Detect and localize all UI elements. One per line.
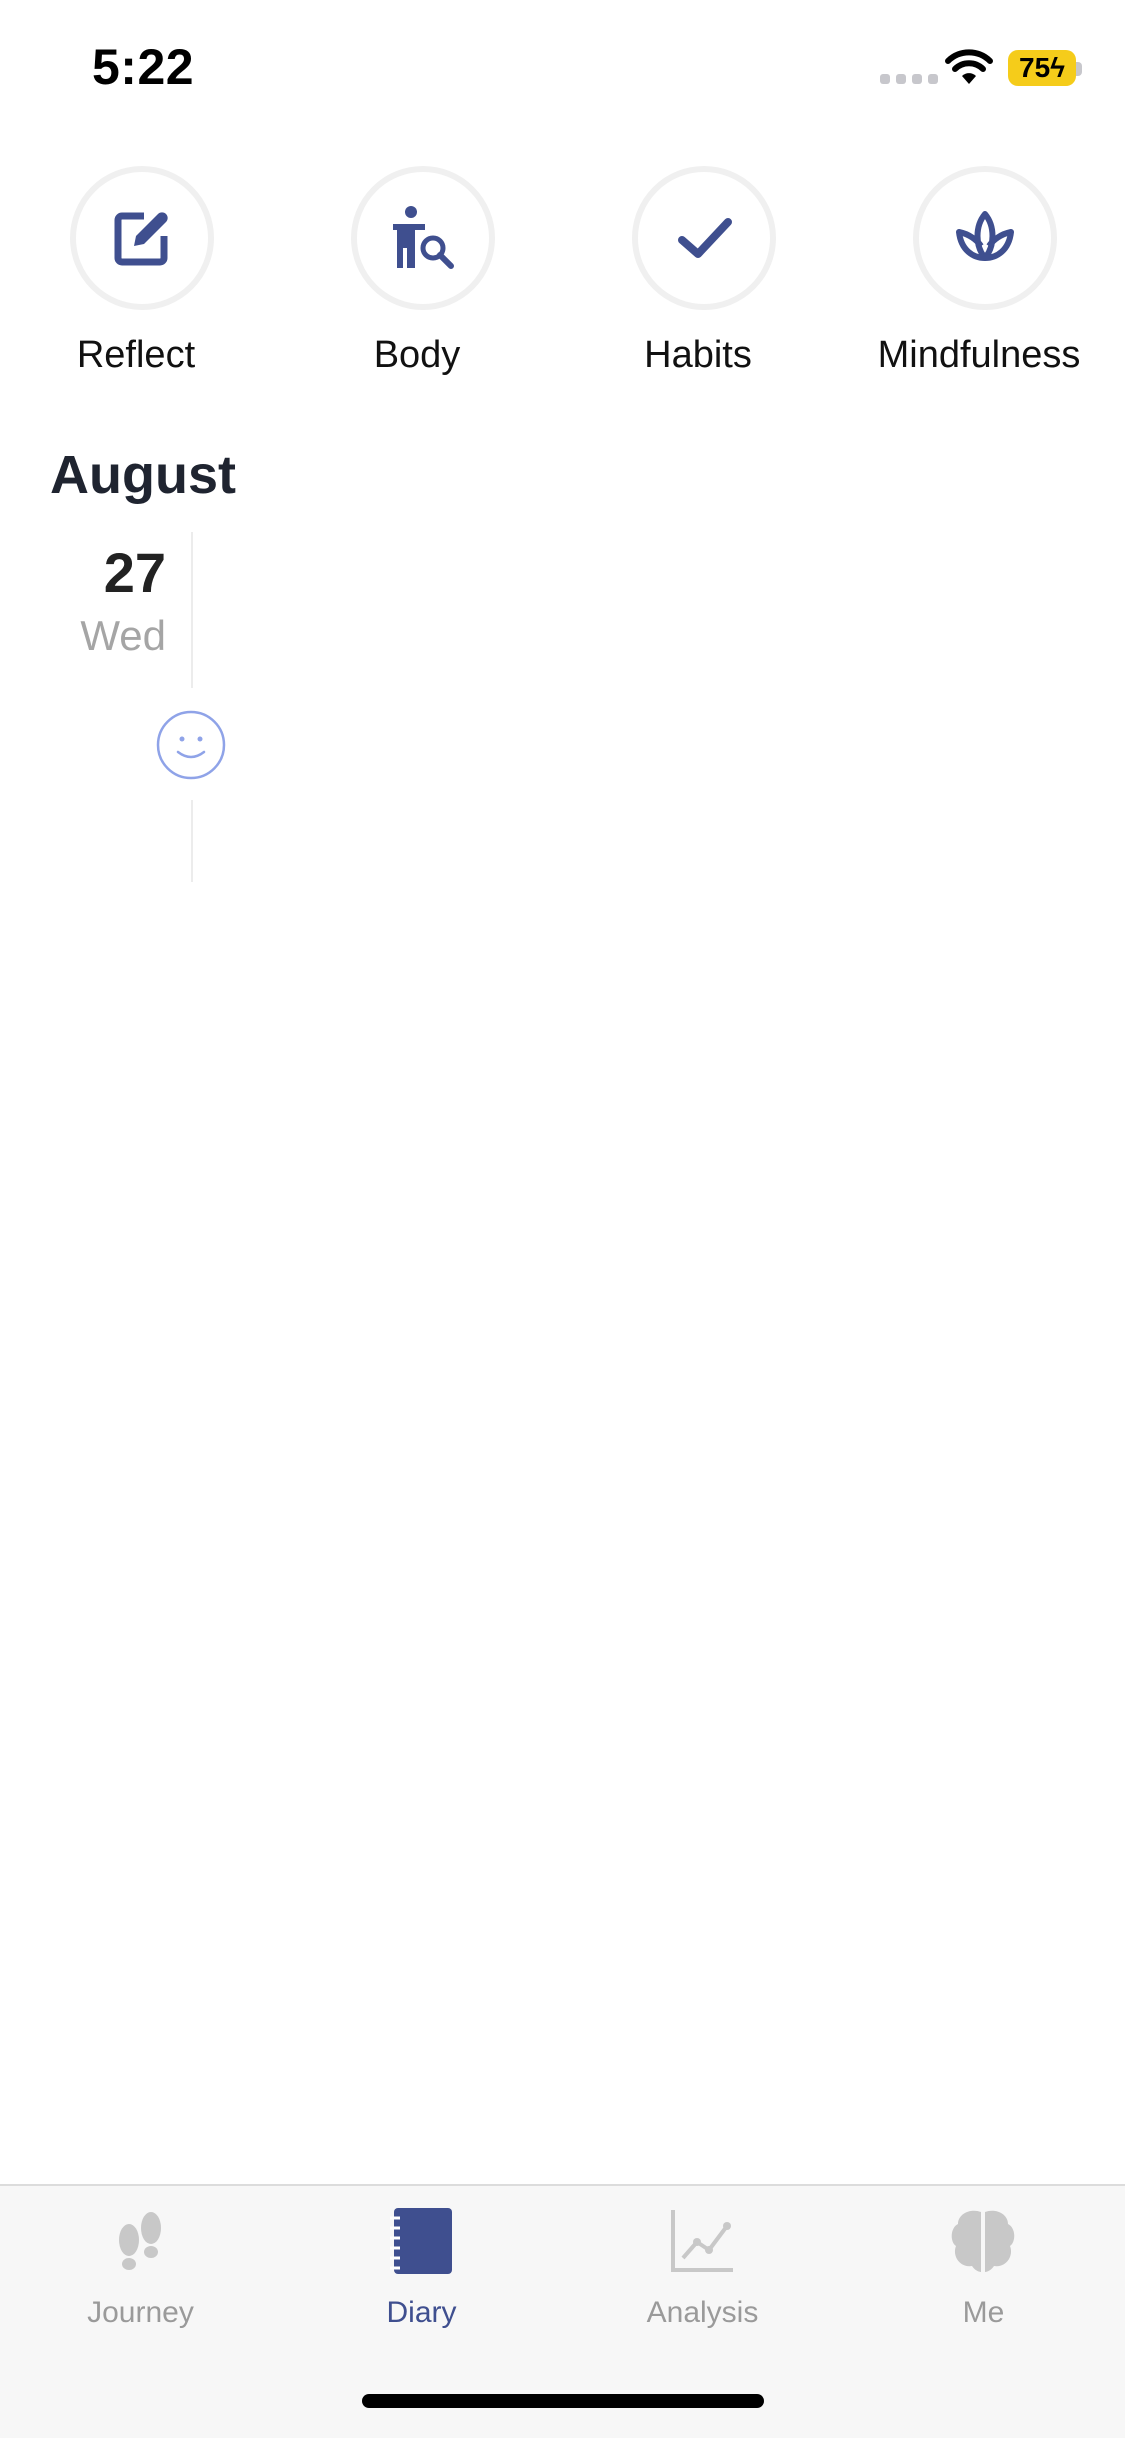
tab-journey[interactable]: Journey	[0, 2206, 281, 2356]
line-chart-icon	[671, 2210, 733, 2272]
battery-level: 75	[1019, 52, 1051, 83]
tab-diary[interactable]: Diary	[281, 2206, 562, 2356]
tab-journey-label: Journey	[87, 2296, 194, 2329]
quick-action-reflect[interactable]: Reflect	[10, 166, 270, 396]
tab-analysis-label: Analysis	[646, 2296, 759, 2329]
footprints-icon	[119, 2212, 161, 2270]
habits-circle[interactable]	[632, 166, 776, 310]
habits-label: Habits	[644, 334, 752, 376]
entry-weekday: Wed	[80, 612, 166, 659]
timeline-line	[191, 532, 193, 688]
body-label: Body	[373, 334, 461, 376]
notebook-icon	[390, 2208, 452, 2274]
status-time: 5:22	[92, 39, 195, 95]
smiley-face-icon[interactable]	[156, 710, 226, 780]
lotus-icon	[956, 211, 1014, 261]
charging-icon: ϟ	[1050, 52, 1065, 83]
body-circle[interactable]	[351, 166, 495, 310]
body-scan-icon	[393, 206, 454, 269]
battery-cap	[1076, 62, 1082, 76]
tab-diary-label: Diary	[386, 2296, 457, 2329]
tab-me-label: Me	[962, 2296, 1005, 2329]
wifi-icon	[945, 49, 993, 84]
timeline-line	[191, 800, 193, 882]
checkmark-icon	[678, 218, 732, 258]
battery-indicator: 75 ϟ	[1008, 50, 1076, 86]
cellular-signal-icon	[880, 74, 938, 84]
quick-action-habits[interactable]: Habits	[572, 166, 832, 396]
mindfulness-label: Mindfulness	[877, 334, 1081, 376]
quick-action-body[interactable]: Body	[291, 166, 551, 396]
edit-icon	[114, 212, 168, 266]
brain-icon	[951, 2210, 1015, 2272]
quick-action-mindfulness[interactable]: Mindfulness	[853, 166, 1113, 396]
reflect-circle[interactable]	[70, 166, 214, 310]
month-heading: August	[50, 445, 236, 505]
entry-day-number: 27	[103, 541, 166, 604]
home-indicator[interactable]	[362, 2394, 764, 2408]
mindfulness-circle[interactable]	[913, 166, 1057, 310]
tab-me[interactable]: Me	[843, 2206, 1124, 2356]
reflect-label: Reflect	[76, 334, 196, 376]
tab-analysis[interactable]: Analysis	[562, 2206, 843, 2356]
